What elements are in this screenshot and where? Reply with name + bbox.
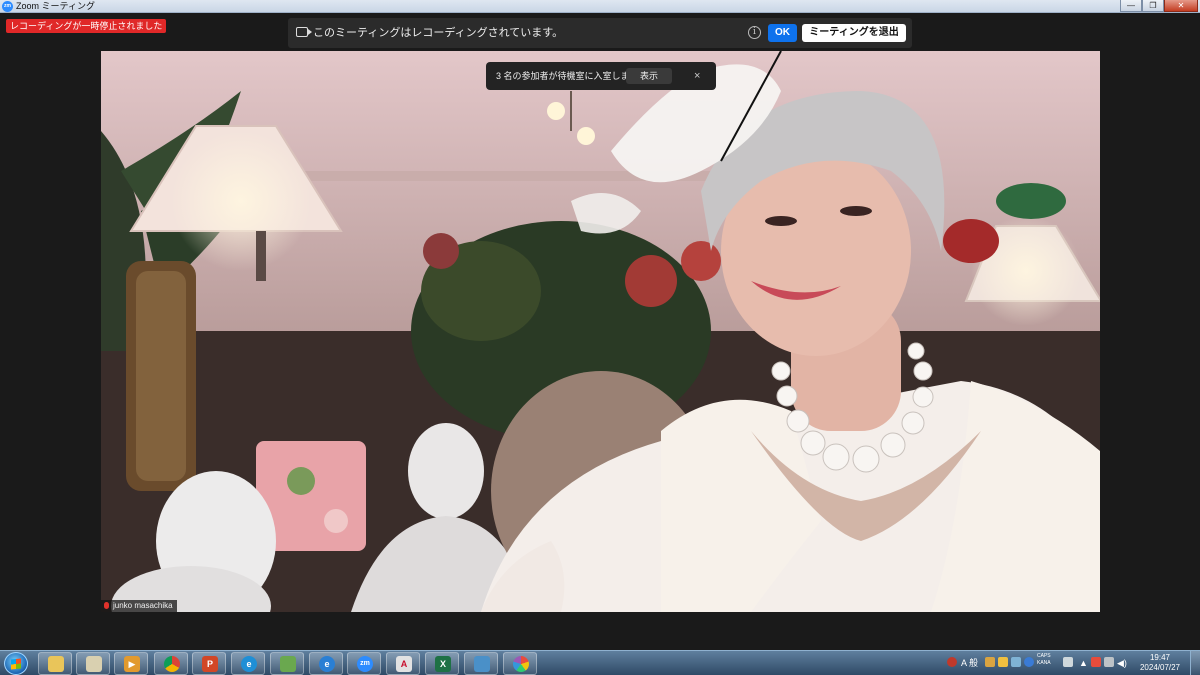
tray-flag-icon[interactable] <box>1091 657 1101 667</box>
zoom-app-icon: zm <box>2 1 13 12</box>
clock-time: 19:47 <box>1149 653 1171 662</box>
tray-settings-icon[interactable] <box>1063 657 1073 667</box>
close-window-button[interactable]: ✕ <box>1164 0 1198 12</box>
minimize-icon: — <box>1127 1 1135 10</box>
close-icon: ✕ <box>1177 1 1185 10</box>
tray-tool-icon[interactable] <box>1011 657 1021 667</box>
mail-icon <box>280 656 296 672</box>
taskbar-clock[interactable]: 19:47 2024/07/27 <box>1134 653 1186 673</box>
system-tray: A 般 CAPS KANA ▲ ◀) <box>945 651 1135 675</box>
muted-mic-icon <box>104 602 109 609</box>
window-title: Zoom ミーティング <box>16 1 95 11</box>
participant-name-label: junko masachika <box>101 600 177 612</box>
file-manager-icon <box>86 656 102 672</box>
edge-icon: e <box>241 656 257 672</box>
internet-explorer-icon: e <box>319 656 335 672</box>
recording-paused-badge: レコーディングが一時停止されました <box>6 19 167 33</box>
tray-app-icon[interactable] <box>985 657 995 667</box>
caps-kana-indicator: CAPS KANA <box>1037 653 1051 667</box>
caps-label: CAPS <box>1037 653 1051 659</box>
restore-button[interactable]: ❐ <box>1142 0 1164 12</box>
show-waiting-room-button[interactable]: 表示 <box>626 68 672 84</box>
taskbar-zoom[interactable]: zm <box>347 652 381 675</box>
taskbar-photo-viewer[interactable] <box>464 652 498 675</box>
info-icon[interactable]: i <box>748 26 761 39</box>
ok-button[interactable]: OK <box>768 24 797 42</box>
taskbar-excel[interactable]: X <box>425 652 459 675</box>
waiting-room-toast: 3 名の参加者が待機室に入室しました 表示 × <box>486 62 716 90</box>
media-player-icon: ▶ <box>124 656 140 672</box>
clock-date: 2024/07/27 <box>1139 663 1181 672</box>
taskbar-internet-explorer[interactable]: e <box>309 652 343 675</box>
folder-icon <box>48 656 64 672</box>
close-toast-icon[interactable]: × <box>694 62 700 90</box>
powerpoint-icon: P <box>202 656 218 672</box>
minimize-button[interactable]: — <box>1120 0 1142 12</box>
taskbar: ▶ P e e zm A X A 般 CAPS KANA ▲ ◀) 19:47 … <box>0 650 1200 675</box>
volume-icon[interactable]: ◀) <box>1117 651 1127 675</box>
acrobat-icon: A <box>396 656 412 672</box>
waiting-room-message: 3 名の参加者が待機室に入室しました <box>496 71 648 81</box>
taskbar-acrobat[interactable]: A <box>386 652 420 675</box>
network-icon[interactable] <box>1104 657 1114 667</box>
taskbar-windows-explorer[interactable] <box>38 652 72 675</box>
photo-viewer-icon <box>474 656 490 672</box>
restore-icon: ❐ <box>1149 1 1157 10</box>
chrome-icon <box>164 656 180 672</box>
excel-icon: X <box>435 656 451 672</box>
recording-camera-icon <box>296 27 312 37</box>
show-hidden-icons[interactable]: ▲ <box>1079 651 1088 675</box>
tray-help-icon[interactable] <box>1024 657 1034 667</box>
tray-alert-icon[interactable] <box>947 657 957 667</box>
kana-label: KANA <box>1037 660 1051 666</box>
taskbar-media-player[interactable]: ▶ <box>114 652 148 675</box>
participant-name: junko masachika <box>113 601 173 610</box>
start-button[interactable] <box>4 652 28 675</box>
window-title-bar: zm Zoom ミーティング — ❐ ✕ <box>0 0 1200 13</box>
taskbar-edge[interactable]: e <box>231 652 265 675</box>
zoom-icon: zm <box>357 656 373 672</box>
tray-folder-icon[interactable] <box>998 657 1008 667</box>
recording-notice-banner: このミーティングはレコーディングされています。 i OK ミーティングを退出 <box>288 18 912 48</box>
video-frame-illustration <box>101 51 1100 612</box>
ime-indicator[interactable]: A 般 <box>961 651 978 675</box>
taskbar-file-manager[interactable] <box>76 652 110 675</box>
show-desktop-button[interactable] <box>1190 651 1200 675</box>
recording-notice-text: このミーティングはレコーディングされています。 <box>313 27 564 39</box>
window-controls: — ❐ ✕ <box>1120 0 1198 12</box>
taskbar-paint[interactable] <box>503 652 537 675</box>
taskbar-chrome[interactable] <box>154 652 188 675</box>
paint-icon <box>513 656 529 672</box>
participant-video[interactable] <box>101 51 1100 612</box>
taskbar-powerpoint[interactable]: P <box>192 652 226 675</box>
leave-meeting-button[interactable]: ミーティングを退出 <box>802 24 906 42</box>
taskbar-mail[interactable] <box>270 652 304 675</box>
